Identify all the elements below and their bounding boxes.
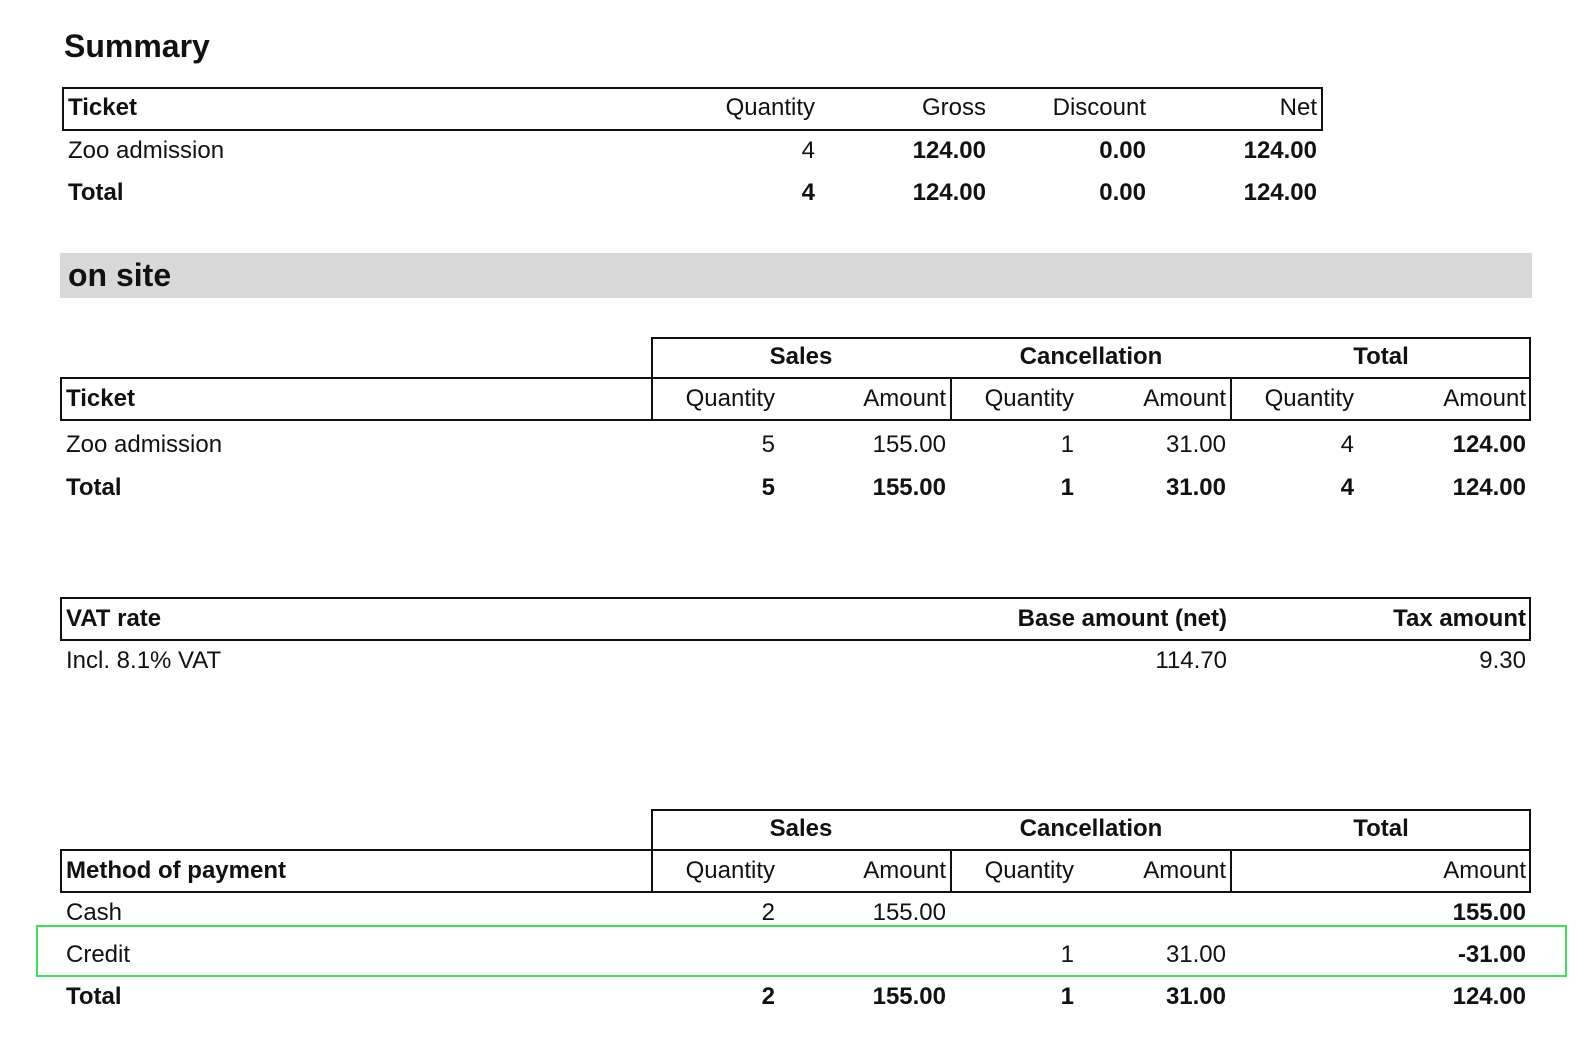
tickets-header-cancel-amt: Amount — [1143, 385, 1226, 412]
payment-header-method: Method of payment — [66, 857, 286, 884]
payment-total-sales-qty: 2 — [761, 983, 775, 1010]
tickets-header-sales-amt: Amount — [863, 385, 946, 412]
tickets-total-total-amt: 124.00 — [1452, 474, 1526, 501]
tickets-group-total: Total — [1353, 343, 1409, 370]
summary-row-discount: 0.00 — [1099, 137, 1146, 164]
tickets-row-ticket: Zoo admission — [66, 431, 223, 458]
summary-total-label: Total — [68, 179, 124, 206]
payment-group-total: Total — [1353, 815, 1409, 842]
section-bar: on site — [60, 253, 1532, 298]
tickets-header-ticket: Ticket — [66, 385, 135, 412]
payment-row-sales-amt: 155.00 — [872, 899, 946, 926]
payment-total-label: Total — [66, 983, 122, 1010]
summary-row-quantity: 4 — [801, 137, 815, 164]
highlight-box — [36, 925, 1567, 977]
payment-header-total-amt: Amount — [1443, 857, 1526, 884]
payment-header-divider-1 — [651, 849, 653, 893]
summary-header-net: Net — [1279, 94, 1317, 121]
payment-total-total-amt: 124.00 — [1452, 983, 1526, 1010]
payment-total-cancel-amt: 31.00 — [1165, 983, 1226, 1010]
tickets-row-cancel-qty: 1 — [1060, 431, 1074, 458]
payment-header-cancel-qty: Quantity — [984, 857, 1074, 884]
vat-header-rate: VAT rate — [66, 605, 162, 632]
summary-header-discount: Discount — [1052, 94, 1146, 121]
summary-header-quantity: Quantity — [725, 94, 815, 121]
summary-row-ticket: Zoo admission — [68, 137, 225, 164]
summary-total-net: 124.00 — [1243, 179, 1317, 206]
vat-row-base: 114.70 — [1155, 647, 1227, 674]
tickets-header-cancel-qty: Quantity — [984, 385, 1074, 412]
payment-header-divider-3 — [1230, 849, 1232, 893]
summary-total-quantity: 4 — [801, 179, 815, 206]
payment-group-sales: Sales — [769, 815, 833, 842]
payment-row-cancel-amt: 31.00 — [1165, 941, 1226, 968]
tickets-total-sales-qty: 5 — [761, 474, 775, 501]
tickets-group-cancellation: Cancellation — [1019, 343, 1163, 370]
summary-header-gross: Gross — [921, 94, 986, 121]
payment-row-cancel-qty: 1 — [1060, 941, 1074, 968]
summary-total-discount: 0.00 — [1099, 179, 1146, 206]
payment-header-cancel-amt: Amount — [1143, 857, 1226, 884]
vat-header-tax: Tax amount — [1393, 605, 1526, 632]
summary-row-gross: 124.00 — [912, 137, 986, 164]
payment-row-total-amt: 155.00 — [1452, 899, 1526, 926]
tickets-group-sales: Sales — [769, 343, 833, 370]
tickets-total-label: Total — [66, 474, 122, 501]
tickets-total-total-qty: 4 — [1340, 474, 1354, 501]
vat-row-tax: 9.30 — [1479, 647, 1526, 674]
payment-row-total-amt: -31.00 — [1457, 941, 1526, 968]
payment-header-divider-2 — [950, 849, 952, 893]
payment-header-sales-amt: Amount — [863, 857, 946, 884]
payment-group-cancellation: Cancellation — [1019, 815, 1163, 842]
tickets-row-total-qty: 4 — [1340, 431, 1354, 458]
tickets-row-sales-amt: 155.00 — [872, 431, 946, 458]
payment-total-sales-amt: 155.00 — [872, 983, 946, 1010]
vat-header-base: Base amount (net) — [1017, 605, 1227, 632]
tickets-header-total-amt: Amount — [1443, 385, 1526, 412]
summary-row-net: 124.00 — [1243, 137, 1317, 164]
tickets-row-cancel-amt: 31.00 — [1165, 431, 1226, 458]
summary-total-gross: 124.00 — [912, 179, 986, 206]
tickets-total-sales-amt: 155.00 — [872, 474, 946, 501]
tickets-row-total-amt: 124.00 — [1452, 431, 1526, 458]
summary-header-ticket: Ticket — [68, 94, 137, 121]
tickets-header-divider-2 — [950, 377, 952, 421]
tickets-total-cancel-qty: 1 — [1060, 474, 1074, 501]
tickets-header-divider-3 — [1230, 377, 1232, 421]
tickets-row-sales-qty: 5 — [761, 431, 775, 458]
section-title: on site — [68, 257, 172, 293]
payment-row-sales-qty: 2 — [761, 899, 775, 926]
summary-title: Summary — [64, 28, 210, 64]
payment-total-cancel-qty: 1 — [1060, 983, 1074, 1010]
payment-row-method: Credit — [66, 941, 131, 968]
tickets-header-total-qty: Quantity — [1264, 385, 1354, 412]
payment-header-sales-qty: Quantity — [685, 857, 775, 884]
tickets-header-divider-1 — [651, 377, 653, 421]
tickets-total-cancel-amt: 31.00 — [1165, 474, 1226, 501]
vat-row-rate: Incl. 8.1% VAT — [66, 647, 222, 674]
payment-row-method: Cash — [66, 899, 123, 926]
tickets-header-sales-qty: Quantity — [685, 385, 775, 412]
